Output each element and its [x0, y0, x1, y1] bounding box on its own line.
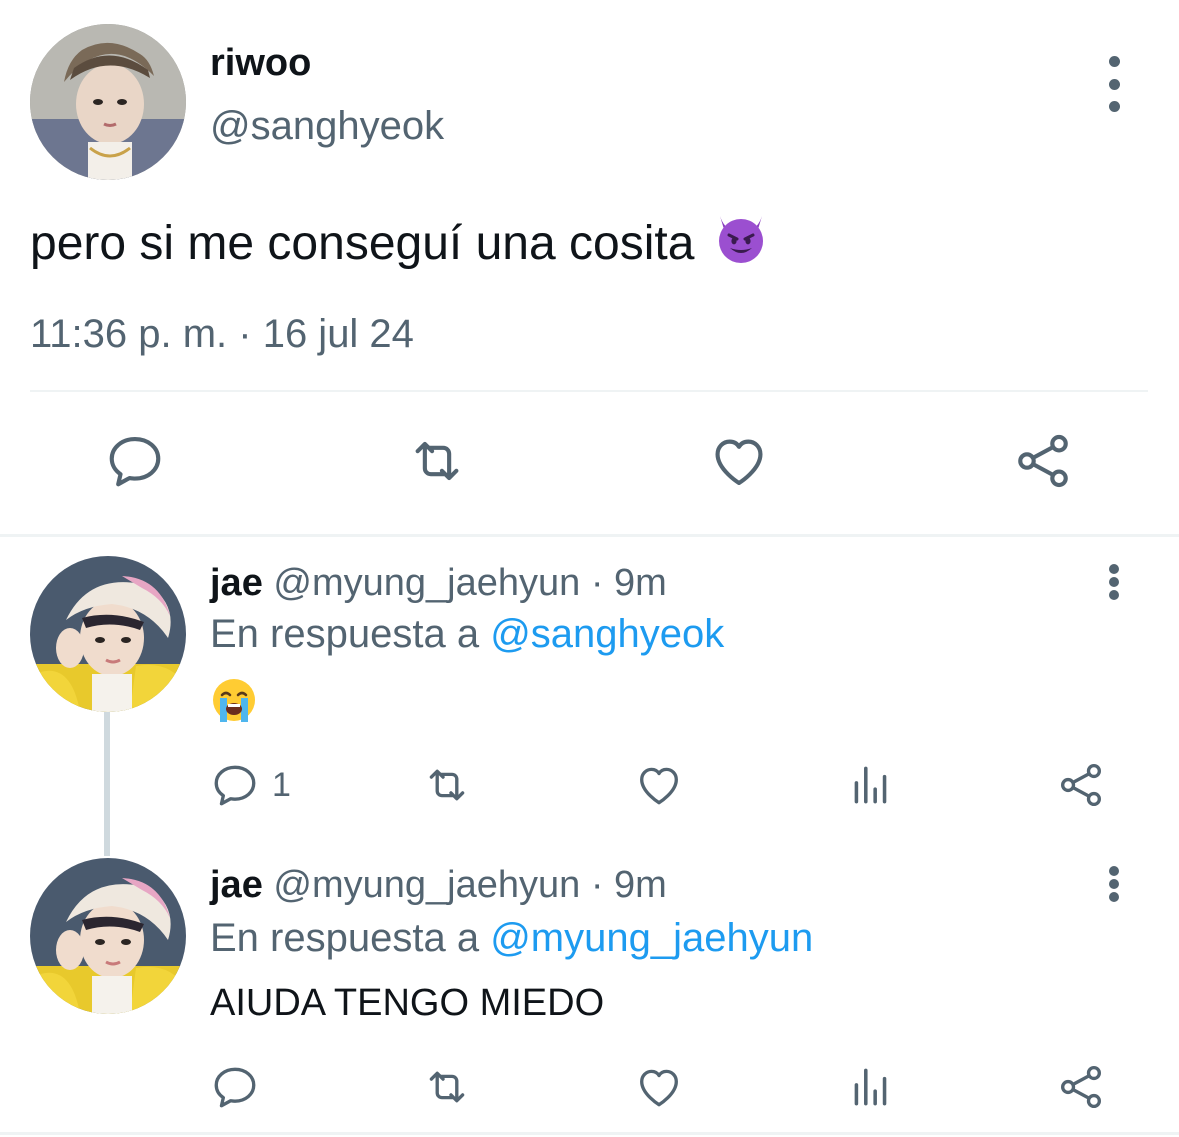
- reply-prefix: En respuesta a: [210, 612, 480, 656]
- views-button[interactable]: [846, 760, 896, 810]
- user-handle[interactable]: @sanghyeok: [210, 104, 444, 149]
- reply-to-link[interactable]: @myung_jaehyun: [490, 916, 813, 960]
- display-name[interactable]: jae: [210, 864, 263, 906]
- like-button[interactable]: [634, 1062, 684, 1112]
- retweet-icon: [422, 760, 472, 810]
- like-icon: [634, 760, 684, 810]
- reply-action-bar: 1: [0, 760, 1179, 820]
- like-icon: [708, 430, 770, 492]
- reply-button[interactable]: [104, 430, 166, 492]
- avatar[interactable]: [30, 556, 186, 712]
- reply-icon: [104, 430, 166, 492]
- handle-time[interactable]: @myung_jaehyun · 9m: [273, 562, 666, 604]
- tweet-timestamp[interactable]: 11:36 p. m. · 16 jul 24: [30, 312, 414, 357]
- display-name[interactable]: riwoo: [210, 42, 311, 85]
- like-icon: [634, 1062, 684, 1112]
- avatar[interactable]: [30, 858, 186, 1014]
- reply-to-link[interactable]: @sanghyeok: [490, 612, 724, 656]
- reply-text: AIUDA TENGO MIEDO: [210, 982, 605, 1024]
- share-button[interactable]: [1056, 1062, 1106, 1112]
- reply-header: jae @myung_jaehyun · 9m: [210, 562, 667, 605]
- tweet-text-content: pero si me conseguí una cosita: [30, 216, 695, 270]
- handle-time[interactable]: @myung_jaehyun · 9m: [273, 864, 666, 906]
- divider: [0, 534, 1179, 537]
- views-icon: [846, 760, 896, 810]
- reply-icon: [210, 1062, 260, 1112]
- tweet-thread-screen: riwoo @sanghyeok pero si me conseguí una…: [0, 0, 1179, 1137]
- like-button[interactable]: [708, 430, 770, 492]
- views-button[interactable]: [846, 1062, 896, 1112]
- reply-context: En respuesta a @sanghyeok: [210, 612, 724, 657]
- reply-count: 1: [272, 765, 291, 804]
- reply-button[interactable]: 1: [210, 760, 291, 810]
- retweet-button[interactable]: [422, 760, 472, 810]
- like-button[interactable]: [634, 760, 684, 810]
- share-button[interactable]: [1056, 760, 1106, 810]
- divider: [0, 1132, 1179, 1135]
- reply-button[interactable]: [210, 1062, 272, 1112]
- tweet-text: pero si me conseguí una cosita: [30, 208, 770, 278]
- retweet-icon: [406, 430, 468, 492]
- smiling-face-with-horns-icon: [712, 208, 770, 278]
- reply-prefix: En respuesta a: [210, 916, 480, 960]
- share-button[interactable]: [1012, 430, 1074, 492]
- share-icon: [1056, 1062, 1106, 1112]
- retweet-button[interactable]: [406, 430, 468, 492]
- reply-context: En respuesta a @myung_jaehyun: [210, 916, 813, 961]
- tweet-action-bar: [0, 430, 1179, 500]
- views-icon: [846, 1062, 896, 1112]
- display-name[interactable]: jae: [210, 562, 263, 604]
- loudly-crying-face-icon: [210, 679, 258, 733]
- retweet-button[interactable]: [422, 1062, 472, 1112]
- reply-action-bar: [0, 1062, 1179, 1122]
- more-options-icon[interactable]: [1104, 866, 1124, 902]
- share-icon: [1056, 760, 1106, 810]
- more-options-icon[interactable]: [1104, 56, 1124, 112]
- avatar[interactable]: [30, 24, 186, 180]
- more-options-icon[interactable]: [1104, 564, 1124, 600]
- reply-text: [210, 676, 258, 734]
- share-icon: [1012, 430, 1074, 492]
- divider: [30, 390, 1148, 392]
- reply-header: jae @myung_jaehyun · 9m: [210, 864, 667, 907]
- reply-icon: [210, 760, 260, 810]
- retweet-icon: [422, 1062, 472, 1112]
